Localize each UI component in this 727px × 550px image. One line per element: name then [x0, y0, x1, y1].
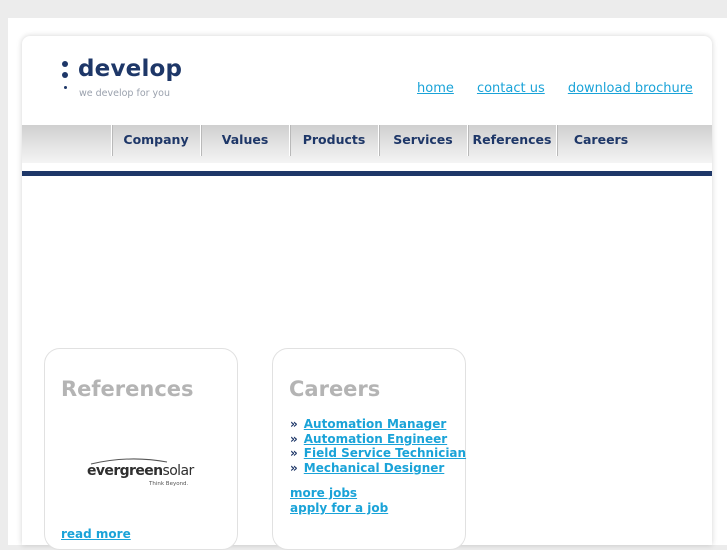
evergreen-tagline: Think Beyond.: [149, 481, 189, 487]
list-item: » Mechanical Designer: [290, 460, 445, 475]
home-link[interactable]: home: [417, 81, 454, 96]
references-title: References: [61, 377, 194, 401]
download-brochure-link[interactable]: download brochure: [568, 81, 693, 96]
more-jobs-link[interactable]: more jobs: [290, 486, 388, 501]
nav-careers[interactable]: Careers: [556, 125, 645, 156]
evergreen-solar-logo[interactable]: evergreensolar Think Beyond.: [87, 458, 197, 491]
nav-company[interactable]: Company: [111, 125, 200, 156]
nav-references[interactable]: References: [467, 125, 556, 156]
logo-tagline: we develop for you: [79, 88, 171, 99]
contact-us-link[interactable]: contact us: [477, 81, 545, 96]
references-box: References evergreensolar Think Beyond. …: [44, 348, 238, 550]
nav-products[interactable]: Products: [289, 125, 378, 156]
evergreen-solar-wordmark: evergreensolar: [87, 463, 194, 479]
list-item: » Automation Engineer: [290, 431, 448, 446]
job-list: » Automation Manager » Automation Engineer…: [290, 417, 466, 475]
list-item: » Automation Manager: [290, 417, 447, 431]
read-more-link[interactable]: read more: [61, 527, 131, 541]
logo-wordmark: develop: [78, 56, 183, 82]
job-link[interactable]: Field Service Technician: [304, 446, 466, 460]
header-divider: [22, 171, 712, 176]
careers-title: Careers: [289, 377, 381, 401]
nav-services[interactable]: Services: [378, 125, 467, 156]
careers-more-links: more jobs apply for a job: [290, 486, 388, 515]
apply-for-job-link[interactable]: apply for a job: [290, 501, 388, 516]
careers-box: Careers » Automation Manager » Automation …: [272, 348, 466, 550]
nav-values[interactable]: Values: [200, 125, 289, 156]
job-link[interactable]: Automation Manager: [304, 417, 447, 431]
logo-dots-icon: [60, 61, 70, 89]
list-item: » Field Service Technician: [290, 446, 467, 461]
job-link[interactable]: Automation Engineer: [304, 432, 447, 446]
top-links: home contact us download brochure: [417, 77, 711, 96]
job-link[interactable]: Mechanical Designer: [304, 461, 445, 475]
main-navigation: Company Values Products Services Referen…: [22, 125, 712, 163]
